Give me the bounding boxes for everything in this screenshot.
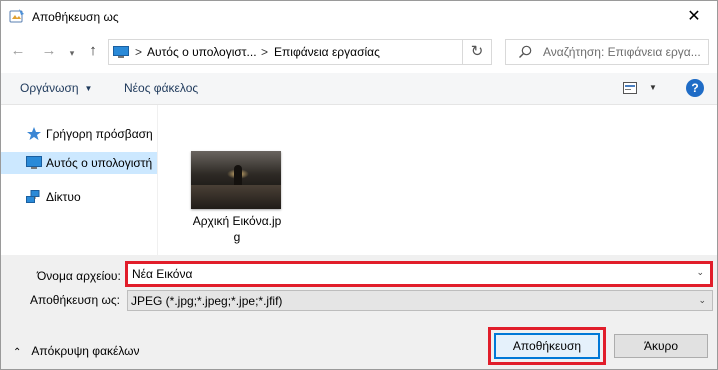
- save-button[interactable]: Αποθήκευση: [494, 333, 600, 359]
- cancel-button[interactable]: Άκυρο: [614, 334, 708, 358]
- sidebar-item-label: Γρήγορη πρόσβαση: [46, 127, 153, 141]
- image-thumbnail: [191, 151, 281, 209]
- file-name-line: Αρχική Εικόνα.jp: [192, 214, 282, 228]
- pane-divider[interactable]: [157, 105, 158, 255]
- file-name-line: g: [233, 230, 241, 244]
- command-toolbar: Οργάνωση ▼ Νέος φάκελος ▼ ?: [1, 73, 717, 105]
- file-name: Αρχική Εικόνα.jp g: [187, 213, 287, 245]
- forward-arrow-icon[interactable]: →: [41, 43, 57, 59]
- refresh-button[interactable]: ↻: [462, 39, 492, 65]
- file-list: Αρχική Εικόνα.jp g: [159, 105, 717, 255]
- view-options-icon[interactable]: [623, 81, 637, 95]
- chevron-down-icon: ⌄: [698, 295, 706, 305]
- organize-button[interactable]: Οργάνωση ▼: [20, 81, 92, 95]
- search-icon: [519, 45, 532, 58]
- title-bar: Αποθήκευση ως ✕: [1, 1, 717, 31]
- filename-input[interactable]: [130, 266, 690, 282]
- window-title: Αποθήκευση ως: [32, 10, 119, 24]
- file-fields: Όνομα αρχείου: ⌄ Αποθήκευση ως: JPEG (*.…: [1, 255, 717, 315]
- back-arrow-icon[interactable]: ←: [10, 43, 26, 59]
- breadcrumb-separator-icon: >: [135, 45, 143, 59]
- help-icon[interactable]: ?: [686, 79, 704, 97]
- chevron-down-icon: ▼: [84, 84, 93, 93]
- app-icon: [9, 9, 24, 23]
- up-arrow-icon[interactable]: ↑: [85, 43, 101, 59]
- breadcrumb-item[interactable]: Αυτός ο υπολογιστ...: [147, 45, 257, 59]
- sidebar-item-quick-access[interactable]: Γρήγορη πρόσβαση: [1, 123, 157, 145]
- sidebar-item-network[interactable]: Δίκτυο: [1, 186, 157, 208]
- organize-label: Οργάνωση: [20, 81, 79, 95]
- computer-icon: [113, 46, 129, 58]
- new-folder-button[interactable]: Νέος φάκελος: [124, 81, 198, 95]
- filetype-select[interactable]: JPEG (*.jpg;*.jpeg;*.jpe;*.jfif) ⌄: [127, 290, 713, 311]
- dialog-footer: ⌃ Απόκρυψη φακέλων Αποθήκευση Άκυρο: [1, 315, 717, 369]
- breadcrumb-item[interactable]: Επιφάνεια εργασίας: [274, 45, 380, 59]
- navigation-pane: Γρήγορη πρόσβαση Αυτός ο υπολογιστή Δίκτ…: [1, 105, 159, 255]
- hide-folders-button[interactable]: ⌃ Απόκρυψη φακέλων: [13, 344, 140, 358]
- filetype-label: Αποθήκευση ως:: [30, 293, 120, 307]
- recent-locations-dropdown-icon[interactable]: ▾: [64, 45, 80, 61]
- save-as-dialog: Αποθήκευση ως ✕ ← → ▾ ↑ > Αυτός ο υπολογ…: [0, 0, 718, 370]
- close-button[interactable]: ✕: [671, 1, 717, 31]
- star-icon: [27, 127, 41, 140]
- address-bar[interactable]: > Αυτός ο υπολογιστ... > Επιφάνεια εργασ…: [108, 39, 492, 65]
- computer-icon: [26, 156, 42, 169]
- breadcrumb-separator-icon: >: [261, 45, 269, 59]
- chevron-up-icon: ⌃: [13, 347, 22, 358]
- filetype-value: JPEG (*.jpg;*.jpeg;*.jpe;*.jfif): [131, 294, 283, 308]
- close-icon: ✕: [687, 8, 701, 25]
- chevron-down-icon[interactable]: ⌄: [696, 267, 704, 278]
- filename-label: Όνομα αρχείου:: [37, 269, 121, 283]
- sidebar-item-this-pc[interactable]: Αυτός ο υπολογιστή: [1, 152, 157, 174]
- search-box[interactable]: Αναζήτηση: Επιφάνεια εργα...: [505, 39, 709, 65]
- hide-folders-label: Απόκρυψη φακέλων: [31, 344, 140, 358]
- sidebar-item-label: Δίκτυο: [46, 190, 81, 204]
- search-placeholder: Αναζήτηση: Επιφάνεια εργα...: [543, 45, 701, 59]
- network-icon: [26, 190, 40, 203]
- filename-field[interactable]: ⌄: [125, 261, 713, 287]
- refresh-icon: ↻: [470, 43, 484, 60]
- view-dropdown-icon[interactable]: ▼: [649, 83, 657, 92]
- navigation-bar: ← → ▾ ↑ > Αυτός ο υπολογιστ... > Επιφάνε…: [1, 31, 717, 73]
- sidebar-item-label: Αυτός ο υπολογιστή: [46, 156, 153, 170]
